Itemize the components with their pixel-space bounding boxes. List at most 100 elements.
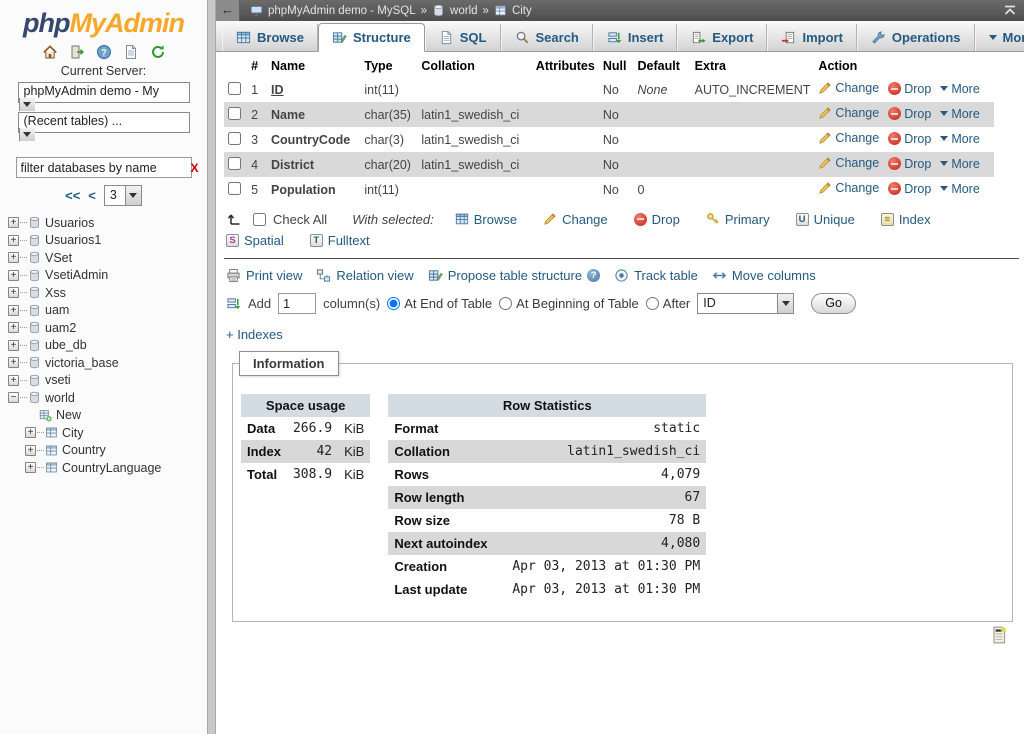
pane-resize-handle[interactable] — [207, 0, 216, 734]
home-icon[interactable] — [42, 44, 58, 60]
tree-item-database[interactable]: + vseti — [8, 372, 207, 390]
tree-item-database[interactable]: + victoria_base — [8, 354, 207, 372]
expand-icon[interactable]: + — [8, 270, 19, 281]
tab-export[interactable]: Export — [677, 24, 767, 51]
breadcrumb-server[interactable]: phpMyAdmin demo - MySQL — [268, 5, 416, 17]
breadcrumb-table[interactable]: City — [512, 5, 532, 17]
row-checkbox[interactable] — [228, 132, 241, 145]
expand-icon[interactable]: + — [8, 217, 19, 228]
selected-fulltext-button[interactable]: TFulltext — [310, 233, 370, 248]
tab-import[interactable]: Import — [767, 24, 856, 51]
change-link[interactable]: Change — [835, 106, 879, 120]
drop-action[interactable]: Drop — [888, 132, 931, 146]
pager-back-link[interactable]: < — [88, 188, 96, 203]
tree-item-database[interactable]: + Usuarios1 — [8, 232, 207, 250]
check-all-label[interactable]: Check All — [273, 212, 327, 227]
selected-primary-button[interactable]: Primary — [706, 212, 770, 227]
track-table-link[interactable]: Track table — [614, 268, 698, 283]
tab-more[interactable]: More — [975, 24, 1024, 51]
selected-spatial-label[interactable]: Spatial — [244, 233, 284, 248]
help-icon[interactable] — [96, 44, 112, 60]
tree-item-label[interactable]: City — [62, 426, 84, 440]
help-icon[interactable]: ? — [587, 269, 600, 282]
change-action[interactable]: Change — [818, 156, 879, 170]
change-link[interactable]: Change — [835, 131, 879, 145]
change-link[interactable]: Change — [835, 81, 879, 95]
more-link[interactable]: More — [951, 107, 979, 121]
tree-item-label[interactable]: VSet — [45, 251, 72, 265]
row-checkbox[interactable] — [228, 82, 241, 95]
pager-page-select[interactable]: 3 — [104, 185, 142, 206]
back-button[interactable]: ← — [216, 0, 240, 21]
change-link[interactable]: Change — [835, 181, 879, 195]
drop-action[interactable]: Drop — [888, 182, 931, 196]
pager-fast-back-link[interactable]: << — [65, 188, 80, 203]
drop-link[interactable]: Drop — [904, 107, 931, 121]
recent-tables-select[interactable]: (Recent tables) ... — [18, 112, 190, 133]
tree-item-table-countrylanguage[interactable]: +CountryLanguage — [25, 459, 207, 477]
expand-icon[interactable]: + — [8, 235, 19, 246]
collapse-icon[interactable]: − — [8, 392, 19, 403]
breadcrumb-database[interactable]: world — [450, 5, 477, 17]
drop-action[interactable]: Drop — [888, 157, 931, 171]
change-action[interactable]: Change — [818, 81, 879, 95]
tree-item-database[interactable]: + VSet — [8, 249, 207, 267]
change-action[interactable]: Change — [818, 181, 879, 195]
track-table-label[interactable]: Track table — [634, 268, 698, 283]
tree-item-database[interactable]: +Xss — [8, 284, 207, 302]
more-link[interactable]: More — [951, 132, 979, 146]
selected-fulltext-label[interactable]: Fulltext — [328, 233, 370, 248]
selected-index-button[interactable]: ≡Index — [881, 212, 931, 227]
column-count-input[interactable] — [278, 293, 316, 314]
selected-spatial-button[interactable]: SSpatial — [226, 233, 284, 248]
after-option[interactable]: After — [646, 296, 690, 311]
tree-item-label[interactable]: ube_db — [45, 338, 87, 352]
tab-browse[interactable]: Browse — [222, 24, 318, 51]
drop-action[interactable]: Drop — [888, 107, 931, 121]
selected-unique-button[interactable]: UUnique — [796, 212, 855, 227]
tree-item-label[interactable]: VsetiAdmin — [45, 268, 108, 282]
expand-icon[interactable]: + — [8, 375, 19, 386]
tab-structure[interactable]: Structure — [318, 23, 425, 52]
tree-item-label[interactable]: vseti — [45, 373, 71, 387]
row-checkbox[interactable] — [228, 107, 241, 120]
tree-item-database[interactable]: + VsetiAdmin — [8, 267, 207, 285]
more-action[interactable]: More — [940, 157, 979, 171]
tree-item-label[interactable]: victoria_base — [45, 356, 119, 370]
selected-unique-label[interactable]: Unique — [814, 212, 855, 227]
change-action[interactable]: Change — [818, 106, 879, 120]
check-all-checkbox[interactable] — [253, 213, 266, 226]
drop-action[interactable]: Drop — [888, 82, 931, 96]
tab-search[interactable]: Search — [501, 24, 593, 51]
print-view-link[interactable]: Print view — [226, 268, 302, 283]
database-filter-input[interactable] — [17, 159, 186, 177]
expand-icon[interactable]: + — [8, 252, 19, 263]
expand-icon[interactable]: + — [8, 287, 19, 298]
logout-icon[interactable] — [69, 44, 85, 60]
selected-change-button[interactable]: Change — [543, 212, 608, 227]
after-column-select[interactable]: ID — [697, 293, 794, 314]
drop-link[interactable]: Drop — [904, 182, 931, 196]
expand-icon[interactable]: + — [8, 357, 19, 368]
row-checkbox[interactable] — [228, 157, 241, 170]
selected-change-label[interactable]: Change — [562, 212, 608, 227]
tree-item-label[interactable]: Country — [62, 443, 106, 457]
selected-browse-button[interactable]: Browse — [455, 212, 517, 227]
tab-operations[interactable]: Operations — [857, 24, 975, 51]
selected-index-label[interactable]: Index — [899, 212, 931, 227]
drop-link[interactable]: Drop — [904, 157, 931, 171]
tree-item-label[interactable]: Usuarios1 — [45, 233, 101, 247]
selected-drop-label[interactable]: Drop — [652, 212, 680, 227]
docs-icon[interactable] — [123, 44, 139, 60]
propose-structure-label[interactable]: Propose table structure — [448, 268, 582, 283]
expand-icon[interactable]: + — [8, 305, 19, 316]
expand-icon[interactable]: + — [25, 462, 36, 473]
row-checkbox[interactable] — [228, 182, 241, 195]
phpmyadmin-logo[interactable]: phpMyAdmin — [0, 8, 207, 39]
server-select[interactable]: phpMyAdmin demo - My — [18, 82, 190, 103]
more-link[interactable]: More — [951, 157, 979, 171]
at-end-radio[interactable] — [387, 297, 400, 310]
at-beginning-radio[interactable] — [499, 297, 512, 310]
after-radio[interactable] — [646, 297, 659, 310]
tab-sql[interactable]: SQL — [425, 24, 501, 51]
